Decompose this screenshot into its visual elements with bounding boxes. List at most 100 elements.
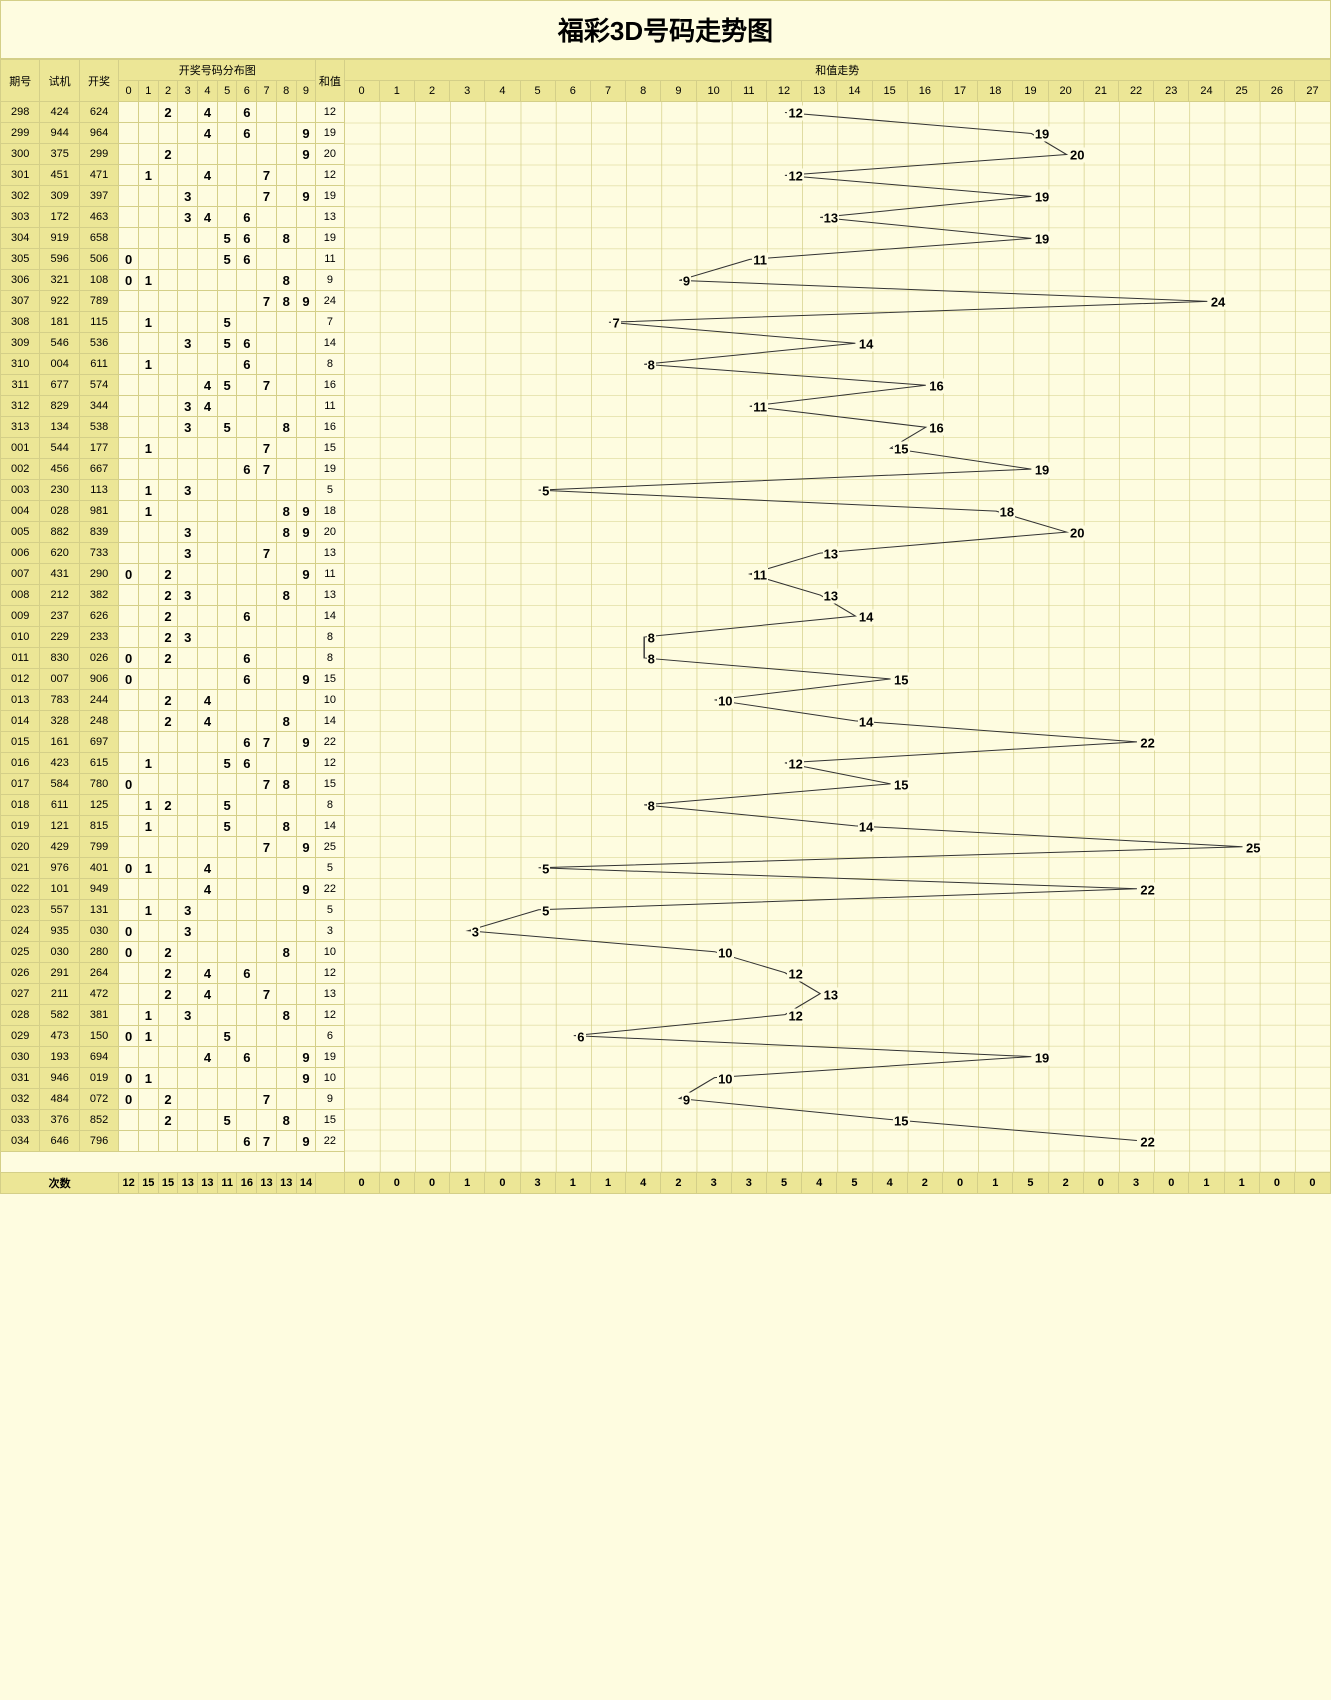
digit-cell <box>237 711 257 732</box>
digit-cell <box>237 816 257 837</box>
digit-cell: 8 <box>276 1005 296 1026</box>
digit-cell: 5 <box>217 417 237 438</box>
digit-cell <box>119 459 139 480</box>
digit-cell: 6 <box>237 606 257 627</box>
digit-cell <box>158 123 178 144</box>
digit-count: 13 <box>178 1173 198 1194</box>
digit-cell <box>198 921 218 942</box>
trend-point: 19 <box>1034 126 1050 141</box>
digit-cell <box>138 459 158 480</box>
sum-cell: 7 <box>316 312 344 333</box>
digit-cell: 1 <box>138 1026 158 1047</box>
digit-cell <box>257 417 277 438</box>
period-cell: 008 <box>1 585 40 606</box>
trend-col-8: 8 <box>626 81 661 102</box>
trend-point: 11 <box>752 252 768 267</box>
digit-cell <box>276 753 296 774</box>
draw-cell: 290 <box>79 564 118 585</box>
trial-cell: 611 <box>40 795 79 816</box>
draw-cell: 030 <box>79 921 118 942</box>
digit-cell: 4 <box>198 711 218 732</box>
period-cell: 310 <box>1 354 40 375</box>
digit-cell: 2 <box>158 606 178 627</box>
trend-point: 11 <box>752 399 768 414</box>
digit-cell <box>217 858 237 879</box>
trend-point: 19 <box>1034 231 1050 246</box>
digit-cell: 5 <box>217 753 237 774</box>
digit-cell <box>276 837 296 858</box>
trial-cell: 423 <box>40 753 79 774</box>
trial-cell: 237 <box>40 606 79 627</box>
digit-cell <box>119 606 139 627</box>
digit-cell <box>138 249 158 270</box>
draw-cell: 150 <box>79 1026 118 1047</box>
trend-point: 14 <box>858 609 874 624</box>
digit-cell <box>178 354 198 375</box>
digit-cell <box>119 795 139 816</box>
draw-cell: 401 <box>79 858 118 879</box>
trend-col-1: 1 <box>379 81 414 102</box>
digit-cell <box>217 270 237 291</box>
digit-cell <box>257 102 277 123</box>
digit-cell <box>257 1110 277 1131</box>
sum-cell: 8 <box>316 648 344 669</box>
digit-cell: 3 <box>178 921 198 942</box>
digit-cell <box>257 669 277 690</box>
digit-cell <box>257 690 277 711</box>
period-cell: 033 <box>1 1110 40 1131</box>
digit-cell <box>217 837 237 858</box>
digit-cell <box>119 1005 139 1026</box>
digit-cell <box>217 501 237 522</box>
digit-count: 11 <box>217 1173 237 1194</box>
trial-cell: 935 <box>40 921 79 942</box>
trend-chart: 1219201219131911924714816111615195182013… <box>344 102 1331 1173</box>
digit-cell <box>296 1089 316 1110</box>
digit-cell <box>198 837 218 858</box>
digit-cell <box>257 249 277 270</box>
digit-cell <box>198 816 218 837</box>
digit-cell: 1 <box>138 480 158 501</box>
trial-cell: 193 <box>40 1047 79 1068</box>
digit-cell <box>119 1110 139 1131</box>
digit-cell <box>138 627 158 648</box>
digit-cell <box>138 543 158 564</box>
digit-cell: 7 <box>257 291 277 312</box>
trend-point: 7 <box>611 315 620 330</box>
digit-cell <box>119 375 139 396</box>
digit-cell: 1 <box>138 1005 158 1026</box>
digit-cell <box>237 1068 257 1089</box>
period-cell: 012 <box>1 669 40 690</box>
digit-col-4: 4 <box>198 81 218 102</box>
trial-cell: 829 <box>40 396 79 417</box>
digit-cell <box>158 543 178 564</box>
draw-cell: 694 <box>79 1047 118 1068</box>
digit-cell: 8 <box>276 1110 296 1131</box>
digit-cell <box>237 480 257 501</box>
digit-cell: 1 <box>138 270 158 291</box>
trend-count: 5 <box>837 1173 872 1194</box>
digit-cell <box>257 711 277 732</box>
digit-cell <box>138 144 158 165</box>
sum-cell: 10 <box>316 942 344 963</box>
draw-cell: 072 <box>79 1089 118 1110</box>
draw-cell: 280 <box>79 942 118 963</box>
trend-point: 10 <box>717 1071 733 1086</box>
digit-count: 13 <box>198 1173 218 1194</box>
digit-cell <box>257 648 277 669</box>
digit-cell <box>296 480 316 501</box>
digit-cell <box>296 1026 316 1047</box>
trend-col-11: 11 <box>731 81 766 102</box>
digit-cell <box>237 900 257 921</box>
digit-cell <box>237 312 257 333</box>
digit-cell <box>237 438 257 459</box>
trial-cell: 030 <box>40 942 79 963</box>
sum-cell: 18 <box>316 501 344 522</box>
digit-cell <box>119 291 139 312</box>
trend-count: 4 <box>802 1173 837 1194</box>
draw-cell: 611 <box>79 354 118 375</box>
digit-count: 15 <box>158 1173 178 1194</box>
sum-cell: 9 <box>316 1089 344 1110</box>
digit-cell <box>178 879 198 900</box>
trial-cell: 582 <box>40 1005 79 1026</box>
digit-cell <box>119 228 139 249</box>
